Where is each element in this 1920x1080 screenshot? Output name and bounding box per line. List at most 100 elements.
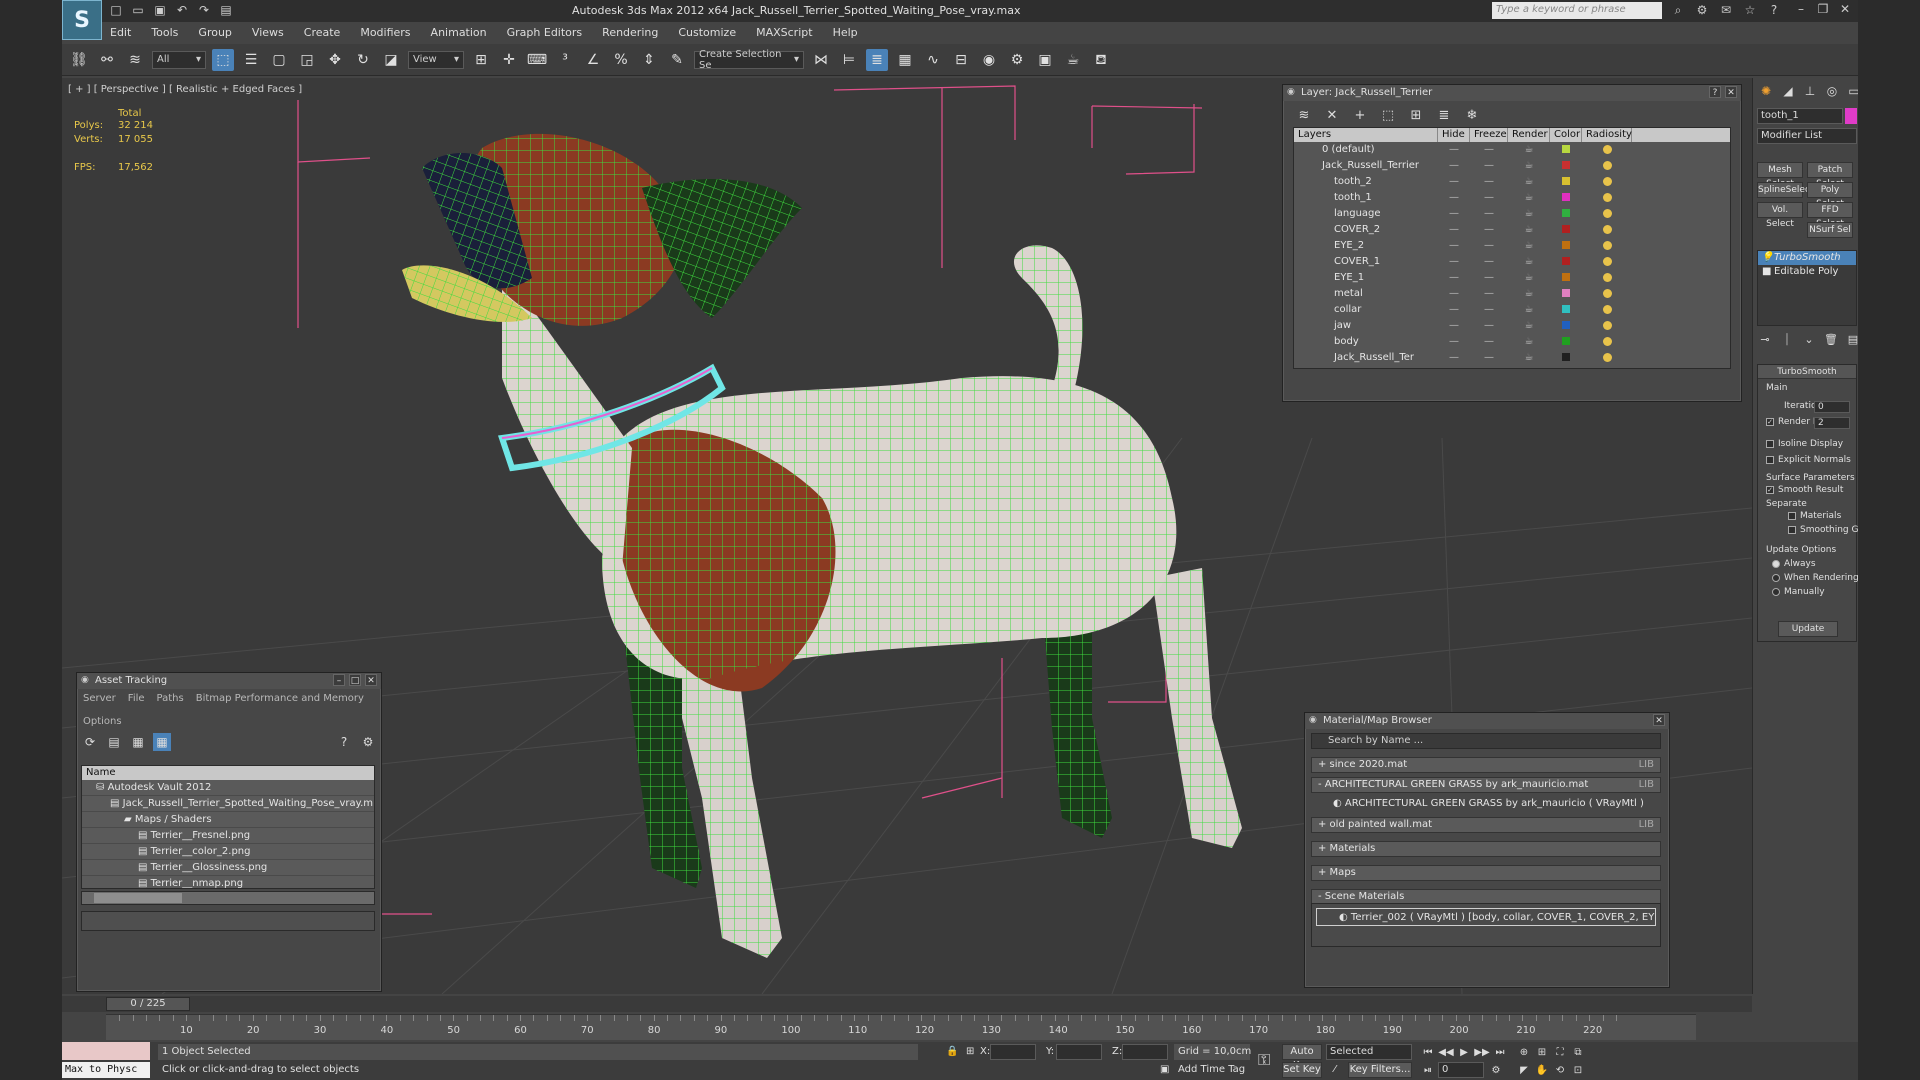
reference-coordinate-dropdown[interactable]: View ▾ — [408, 50, 464, 69]
layer-color-swatch[interactable] — [1550, 270, 1582, 286]
modify-tab-icon[interactable]: ◢ — [1779, 82, 1797, 100]
asset-row[interactable]: ▰ Maps / Shaders — [82, 812, 374, 828]
layer-row[interactable]: collar — — ☕ — [1294, 302, 1730, 318]
redo-icon[interactable]: ↷ — [196, 2, 212, 18]
close-icon[interactable]: ✕ — [1838, 2, 1852, 16]
render-teapot-icon[interactable]: ☕ — [1508, 206, 1550, 222]
radiosity-icon[interactable] — [1582, 158, 1632, 174]
freeze-toggle[interactable]: — — [1470, 350, 1508, 366]
patch-select-button[interactable]: Patch Select — [1807, 162, 1853, 189]
freeze-toggle[interactable]: — — [1470, 334, 1508, 350]
help-icon[interactable]: ? — [1766, 2, 1782, 18]
asset-list-header[interactable]: Name — [82, 766, 374, 780]
manually-radio[interactable] — [1772, 587, 1780, 596]
x-coordinate-field[interactable] — [990, 1044, 1036, 1060]
unlink-icon[interactable]: ⚯ — [96, 49, 118, 71]
hide-toggle[interactable]: — — [1438, 350, 1470, 366]
mesh-select-button[interactable]: Mesh Select — [1757, 162, 1803, 189]
material-search-input[interactable]: Search by Name ... — [1311, 733, 1661, 749]
asset-row[interactable]: ⛁ Autodesk Vault 2012 — [82, 780, 374, 796]
col-radiosity[interactable]: Radiosity — [1582, 128, 1632, 142]
hide-toggle[interactable]: — — [1438, 238, 1470, 254]
radiosity-icon[interactable] — [1582, 238, 1632, 254]
group-green-grass[interactable]: - ARCHITECTURAL GREEN GRASS by ark_mauri… — [1311, 777, 1661, 793]
layer-add-selected-icon[interactable]: + — [1351, 107, 1369, 125]
minimize-icon[interactable]: – — [1794, 2, 1808, 16]
key-filters-button[interactable]: Key Filters... — [1348, 1062, 1412, 1078]
percent-snap-icon[interactable]: % — [610, 49, 632, 71]
col-hide[interactable]: Hide — [1438, 128, 1470, 142]
nsurf-sel-button[interactable]: NSurf Sel — [1807, 222, 1853, 238]
menu-views[interactable]: Views — [252, 26, 284, 39]
graphite-tools-icon[interactable]: ▦ — [894, 49, 916, 71]
menu-group[interactable]: Group — [198, 26, 232, 39]
restore-icon[interactable]: ❐ — [1816, 2, 1830, 16]
link-icon[interactable]: ⛓ — [68, 49, 90, 71]
layer-row[interactable]: EYE_2— — ☕ — [1294, 238, 1730, 254]
col-render[interactable]: Render — [1508, 128, 1550, 142]
play-icon[interactable]: ▶ — [1456, 1046, 1472, 1060]
refresh-icon[interactable]: ⟳ — [81, 733, 99, 751]
maximize-viewport-icon[interactable]: ⊡ — [1570, 1064, 1586, 1078]
window-crossing-icon[interactable]: ◲ — [296, 49, 318, 71]
asset-row[interactable]: ▤ Terrier__nmap.png — [82, 876, 374, 888]
freeze-toggle[interactable]: — — [1470, 318, 1508, 334]
menu-create[interactable]: Create — [304, 26, 341, 39]
menu-options[interactable]: Options — [83, 716, 122, 727]
layer-name[interactable]: tooth_2 — [1294, 174, 1438, 190]
hide-toggle[interactable]: — — [1438, 286, 1470, 302]
render-teapot-icon[interactable]: ☕ — [1508, 270, 1550, 286]
layer-freeze-all-icon[interactable]: ❄ — [1463, 107, 1481, 125]
select-by-name-icon[interactable]: ☰ — [240, 49, 262, 71]
y-coordinate-field[interactable] — [1056, 1044, 1102, 1060]
named-selection-dropdown[interactable]: Create Selection Se ▾ — [694, 49, 804, 71]
layer-name[interactable]: EYE_1 — [1294, 270, 1438, 286]
material-terrier-002[interactable]: ◐ Terrier_002 ( VRayMtl ) [body, collar,… — [1316, 908, 1656, 926]
key-mode-dropdown[interactable]: Selected — [1326, 1044, 1412, 1060]
render-teapot-icon[interactable]: ☕ — [1508, 254, 1550, 270]
freeze-toggle[interactable]: — — [1470, 142, 1508, 158]
rectangular-selection-icon[interactable]: ▢ — [268, 49, 290, 71]
group-maps[interactable]: + Maps — [1311, 865, 1661, 881]
group-old-painted-wall[interactable]: + old painted wall.mat LIB — [1311, 817, 1661, 833]
add-time-tag-button[interactable]: Add Time Tag — [1174, 1062, 1245, 1078]
radiosity-icon[interactable] — [1582, 318, 1632, 334]
poly-select-button[interactable]: Poly Select — [1807, 182, 1853, 209]
key-filter-icon[interactable]: ⁄ — [1330, 1062, 1336, 1078]
group-since-2020[interactable]: + since 2020.mat LIB — [1311, 757, 1661, 773]
open-file-icon[interactable]: ▭ — [130, 2, 146, 18]
layer-name[interactable]: Jack_Russell_Terrier — [1294, 158, 1438, 174]
configure-modifier-sets-icon[interactable]: ▤ — [1845, 332, 1858, 348]
asset-row[interactable]: ▤ Terrier__Glossiness.png — [82, 860, 374, 876]
radiosity-icon[interactable] — [1582, 174, 1632, 190]
layer-color-swatch[interactable] — [1550, 190, 1582, 206]
freeze-toggle[interactable]: — — [1470, 174, 1508, 190]
table-view-icon[interactable]: ▦ — [153, 733, 171, 751]
layer-row[interactable]: tooth_2— — ☕ — [1294, 174, 1730, 190]
layer-color-swatch[interactable] — [1550, 350, 1582, 366]
hide-toggle[interactable]: — — [1438, 222, 1470, 238]
help-button[interactable]: ? — [1709, 86, 1721, 98]
freeze-toggle[interactable]: — — [1470, 302, 1508, 318]
radiosity-icon[interactable] — [1582, 206, 1632, 222]
hide-toggle[interactable]: — — [1438, 318, 1470, 334]
hide-toggle[interactable]: — — [1438, 302, 1470, 318]
layer-color-swatch[interactable] — [1550, 158, 1582, 174]
layer-name[interactable]: COVER_1 — [1294, 254, 1438, 270]
menu-maxscript[interactable]: MAXScript — [756, 26, 812, 39]
render-iters-checkbox[interactable]: ✓ — [1766, 417, 1774, 426]
radiosity-icon[interactable] — [1582, 270, 1632, 286]
layer-color-swatch[interactable] — [1550, 334, 1582, 350]
minimize-icon[interactable]: – — [333, 674, 345, 686]
zoom-icon[interactable]: ⊕ — [1516, 1046, 1532, 1060]
align-icon[interactable]: ⊨ — [838, 49, 860, 71]
menu-bitmap-performance[interactable]: Bitmap Performance and Memory — [196, 693, 364, 704]
jack-russell-terrier-model[interactable] — [402, 133, 1242, 958]
close-icon[interactable]: ✕ — [1653, 714, 1665, 726]
render-teapot-icon[interactable]: ☕ — [1508, 302, 1550, 318]
undo-icon[interactable]: ↶ — [174, 2, 190, 18]
maximize-icon[interactable]: □ — [349, 674, 361, 686]
layer-color-swatch[interactable] — [1550, 174, 1582, 190]
hide-toggle[interactable]: — — [1438, 174, 1470, 190]
spinner-snap-icon[interactable]: ⇕ — [638, 49, 660, 71]
